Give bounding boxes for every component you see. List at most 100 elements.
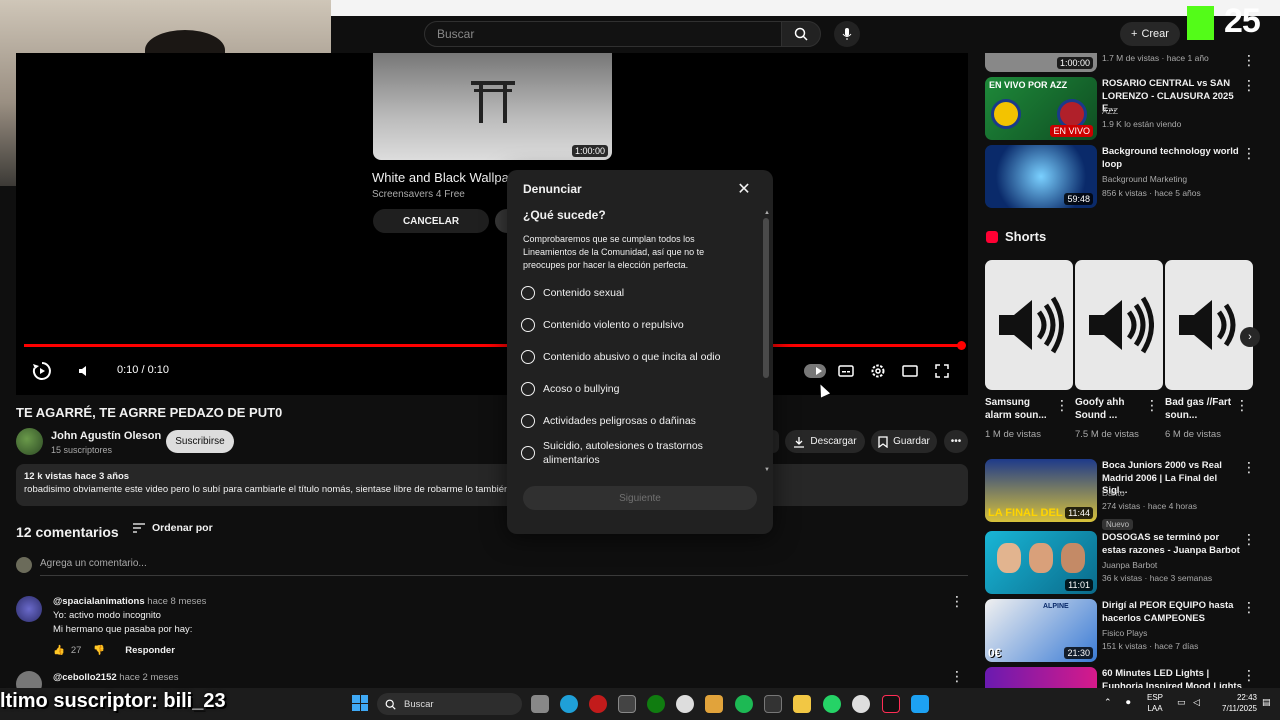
short-thumbnail[interactable] bbox=[985, 260, 1073, 390]
dialog-scrollbar[interactable] bbox=[763, 218, 769, 378]
close-icon[interactable]: ✕ bbox=[735, 180, 753, 198]
report-option[interactable]: Contenido abusivo o que incita al odio bbox=[521, 350, 751, 364]
notification-icon[interactable]: ▤ bbox=[1262, 697, 1271, 708]
report-option[interactable]: Contenido violento o repulsivo bbox=[521, 318, 751, 332]
chrome-icon[interactable] bbox=[852, 695, 870, 713]
create-button[interactable]: + Crear bbox=[1120, 22, 1180, 46]
whatsapp-icon[interactable] bbox=[823, 695, 841, 713]
app-icon[interactable] bbox=[589, 695, 607, 713]
radio-button[interactable] bbox=[521, 414, 535, 428]
save-button[interactable]: Guardar bbox=[871, 430, 937, 453]
short-title[interactable]: Samsung alarm soun... bbox=[985, 396, 1055, 422]
more-actions-button[interactable]: ••• bbox=[944, 430, 968, 453]
download-button[interactable]: Descargar bbox=[785, 430, 865, 453]
short-thumbnail[interactable] bbox=[1165, 260, 1253, 390]
report-option[interactable]: Actividades peligrosas o dañinas bbox=[521, 414, 751, 428]
video-more-icon[interactable]: ⋮ bbox=[1242, 460, 1256, 474]
sort-comments-button[interactable]: Ordenar por bbox=[132, 522, 213, 534]
video-more-icon[interactable]: ⋮ bbox=[1242, 146, 1256, 160]
reply-button[interactable]: Responder bbox=[125, 645, 175, 656]
comment-more-icon[interactable]: ⋮ bbox=[950, 594, 964, 608]
sidebar-thumbnail[interactable]: 11:01 bbox=[985, 531, 1097, 594]
thumbs-down-icon[interactable]: 👎 bbox=[93, 645, 105, 656]
radio-button[interactable] bbox=[521, 318, 535, 332]
edge-icon[interactable] bbox=[560, 695, 578, 713]
chrome-icon[interactable] bbox=[676, 695, 694, 713]
search-input[interactable]: Buscar bbox=[424, 21, 782, 47]
sidebar-thumbnail[interactable]: 59:48 bbox=[985, 145, 1097, 208]
settings-button[interactable] bbox=[869, 362, 887, 380]
scroll-down-icon[interactable]: ▼ bbox=[764, 467, 770, 473]
scroll-up-icon[interactable]: ▲ bbox=[764, 210, 770, 216]
report-option[interactable]: Suicidio, autolesiones o trastornos alim… bbox=[521, 439, 721, 467]
volume-icon[interactable]: ◁ bbox=[1193, 697, 1200, 708]
subscribe-button[interactable]: Suscribirse bbox=[166, 430, 234, 453]
report-option[interactable]: Contenido sexual bbox=[521, 286, 751, 300]
video-more-icon[interactable]: ⋮ bbox=[1242, 78, 1256, 92]
progress-scrubber[interactable] bbox=[957, 341, 966, 350]
replay-button[interactable] bbox=[30, 359, 54, 383]
description-box[interactable]: 12 k vistas hace 3 años robadisimo obvia… bbox=[16, 464, 968, 506]
sidebar-thumbnail[interactable]: EN VIVO POR AZZ EN VIVO bbox=[985, 77, 1097, 140]
progress-bar[interactable] bbox=[24, 344, 964, 347]
network-icon[interactable]: ▭ bbox=[1177, 697, 1186, 708]
obs-icon[interactable] bbox=[618, 695, 636, 713]
comment-avatar[interactable] bbox=[16, 596, 42, 622]
share-button-edge[interactable] bbox=[773, 430, 779, 453]
radio-button[interactable] bbox=[521, 286, 535, 300]
video-title[interactable]: 60 Minutes LED Lights | Euphoria Inspire… bbox=[1102, 668, 1242, 688]
radio-button[interactable] bbox=[521, 446, 535, 460]
sidebar-thumbnail[interactable] bbox=[985, 667, 1097, 688]
subtitles-button[interactable] bbox=[837, 362, 855, 380]
next-button[interactable]: Siguiente bbox=[523, 486, 757, 510]
taskbar-clock[interactable]: 22:43 7/11/2025 bbox=[1222, 692, 1257, 714]
add-comment-input[interactable]: Agrega un comentario... bbox=[40, 558, 968, 576]
capcut-icon[interactable] bbox=[764, 695, 782, 713]
windows-start-icon[interactable] bbox=[352, 695, 368, 711]
radio-button[interactable] bbox=[521, 382, 535, 396]
voice-search-button[interactable] bbox=[834, 21, 860, 47]
taskbar-search[interactable]: Buscar bbox=[377, 693, 522, 715]
short-title[interactable]: Goofy ahh Sound ... bbox=[1075, 396, 1145, 422]
video-title[interactable]: Dirigí al PEOR EQUIPO hasta hacerlos CAM… bbox=[1102, 600, 1242, 625]
search-button[interactable] bbox=[781, 21, 821, 47]
video-title[interactable]: Background technology world loop bbox=[1102, 146, 1242, 171]
short-more-icon[interactable]: ⋮ bbox=[1235, 398, 1249, 412]
chevron-right-icon[interactable]: › bbox=[1240, 327, 1260, 347]
end-screen-title[interactable]: White and Black Wallpape bbox=[372, 170, 523, 185]
sidebar-thumbnail[interactable]: 1:00:00 bbox=[985, 53, 1097, 72]
fullscreen-button[interactable] bbox=[933, 362, 951, 380]
comment-author[interactable]: @cebollo2152 bbox=[53, 672, 117, 683]
video-more-icon[interactable]: ⋮ bbox=[1242, 600, 1256, 614]
comment-author[interactable]: @spacialanimations bbox=[53, 596, 145, 607]
video-more-icon[interactable]: ⋮ bbox=[1242, 532, 1256, 546]
short-title[interactable]: Bad gas //Fart soun... bbox=[1165, 396, 1235, 422]
autoplay-toggle[interactable] bbox=[804, 364, 826, 378]
report-option[interactable]: Acoso o bullying bbox=[521, 382, 751, 396]
short-more-icon[interactable]: ⋮ bbox=[1055, 398, 1069, 412]
app-grid-icon[interactable] bbox=[705, 695, 723, 713]
video-title[interactable]: DOSOGAS se terminó por estas razones - J… bbox=[1102, 532, 1242, 557]
task-view-icon[interactable] bbox=[531, 695, 549, 713]
thumbs-up-icon[interactable]: 👍 bbox=[53, 645, 65, 656]
twitter-icon[interactable] bbox=[911, 695, 929, 713]
cancel-autoplay-button[interactable]: CANCELAR bbox=[373, 209, 489, 233]
video-more-icon[interactable]: ⋮ bbox=[1242, 668, 1256, 682]
tiktok-icon[interactable] bbox=[882, 695, 900, 713]
language-indicator[interactable]: ESP LAA bbox=[1147, 692, 1163, 714]
sidebar-thumbnail[interactable]: LA FINAL DEL S 11:44 bbox=[985, 459, 1097, 522]
short-more-icon[interactable]: ⋮ bbox=[1145, 398, 1159, 412]
theater-mode-button[interactable] bbox=[901, 362, 919, 380]
channel-name[interactable]: John Agustín Oleson bbox=[51, 430, 161, 442]
sidebar-thumbnail[interactable]: ALPINE 0€ 21:30 bbox=[985, 599, 1097, 662]
end-screen-thumbnail[interactable]: 1:00:00 bbox=[373, 53, 612, 160]
comment-more-icon[interactable]: ⋮ bbox=[950, 669, 964, 683]
microphone-icon[interactable]: ⏺ bbox=[1126, 697, 1131, 708]
channel-avatar[interactable] bbox=[16, 428, 43, 455]
short-thumbnail[interactable] bbox=[1075, 260, 1163, 390]
radio-button[interactable] bbox=[521, 350, 535, 364]
file-explorer-icon[interactable] bbox=[793, 695, 811, 713]
volume-button[interactable] bbox=[75, 362, 93, 380]
tray-chevron-icon[interactable]: ⌃ bbox=[1104, 697, 1112, 708]
xbox-icon[interactable] bbox=[647, 695, 665, 713]
